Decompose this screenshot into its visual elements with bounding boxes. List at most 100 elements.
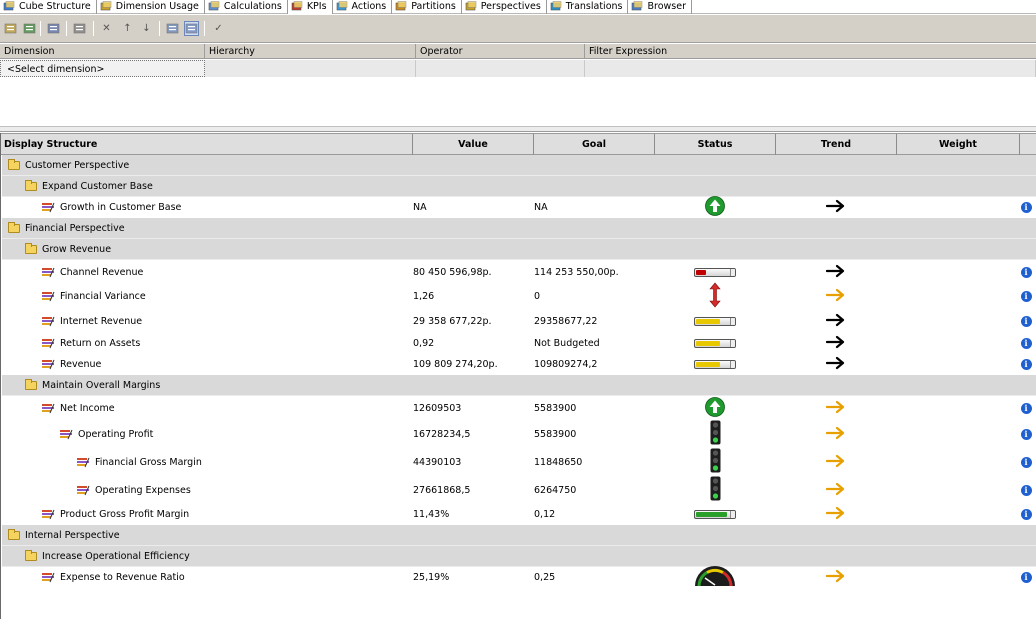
kpi-icon (41, 202, 55, 213)
pane-splitter[interactable] (0, 126, 1036, 132)
kpi-row[interactable]: Operating Profit 16728234,5 5583900 i (2, 420, 1036, 448)
folder-icon (25, 378, 37, 390)
value-cell: 29 358 677,22р. (413, 315, 492, 327)
folder-row[interactable]: Customer Perspective (2, 155, 1036, 176)
filter-col-dimension[interactable]: Dimension (0, 44, 205, 59)
arrow-right-icon (825, 506, 846, 523)
server-icon[interactable] (46, 21, 61, 36)
folder-row[interactable]: Internal Perspective (2, 525, 1036, 546)
traffic-light-icon (710, 476, 721, 504)
kpi-row[interactable]: Channel Revenue 80 450 596,98р. 114 253 55… (2, 260, 1036, 284)
folder-row[interactable]: Expand Customer Base (2, 176, 1036, 197)
goal-cell: 0,25 (534, 572, 556, 583)
kpi-row[interactable]: Internet Revenue 29 358 677,22р. 29358677,… (2, 309, 1036, 333)
info-icon[interactable]: i (1020, 202, 1032, 213)
move-up-icon[interactable]: ↑ (120, 21, 135, 36)
info-icon[interactable]: i (1020, 572, 1032, 583)
kpi-row[interactable]: Return on Assets 0,92 Not Budgeted i (2, 333, 1036, 354)
status-cell (655, 333, 775, 354)
kpi-name: Revenue (60, 359, 102, 370)
refresh-icon[interactable] (22, 21, 37, 36)
filter-col-operator[interactable]: Operator (416, 44, 585, 59)
kpi-name: Expense to Revenue Ratio (60, 572, 185, 583)
filter-row: <Select dimension> (0, 60, 1036, 77)
folder-name: Financial Perspective (25, 222, 125, 234)
info-icon[interactable]: i (1020, 291, 1032, 302)
kpi-icon (41, 316, 55, 327)
col-status[interactable]: Status (655, 134, 776, 155)
traffic-light-icon (710, 420, 721, 448)
kpi-row[interactable]: Financial Gross Margin 44390103 11848650 i (2, 448, 1036, 476)
folder-name: Internal Perspective (25, 529, 120, 541)
tab-cube-structure[interactable]: Cube Structure (0, 0, 97, 14)
check-icon[interactable]: ✓ (211, 21, 226, 36)
info-icon[interactable]: i (1020, 428, 1032, 440)
folder-row[interactable]: Financial Perspective (2, 218, 1036, 239)
filter-col-hierarchy[interactable]: Hierarchy (205, 44, 416, 59)
kpi-name: Operating Expenses (95, 484, 191, 496)
kpi-row[interactable]: Expense to Revenue Ratio 25,19% 0,25 i (2, 566, 1036, 588)
gauge-bar-icon (694, 267, 736, 277)
col-value[interactable]: Value (413, 134, 534, 155)
tab-label: Perspectives (480, 1, 541, 12)
tab-label: Cube Structure (19, 1, 91, 12)
tab-actions[interactable]: Actions (333, 0, 393, 14)
info-icon[interactable]: i (1020, 338, 1032, 349)
gauge-fill (696, 362, 720, 367)
kpi-row[interactable]: Financial Variance 1,26 0 i (2, 282, 1036, 309)
filter-col-expression[interactable]: Filter Expression (585, 44, 1036, 59)
select-dimension-cell[interactable]: <Select dimension> (0, 60, 205, 77)
folder-icon (8, 158, 20, 170)
tab-translations[interactable]: Translations (547, 0, 629, 14)
folder-name: Grow Revenue (42, 243, 112, 255)
hierarchy-cell[interactable] (205, 60, 416, 77)
info-icon[interactable]: i (1020, 509, 1032, 520)
tab-perspectives[interactable]: Perspectives (462, 0, 547, 14)
kpi-icon (41, 359, 55, 370)
delete-icon[interactable]: ✕ (99, 21, 114, 36)
info-icon[interactable]: i (1020, 402, 1032, 414)
kpi-row[interactable]: Net Income 12609503 5583900 i (2, 396, 1036, 420)
info-cell: i (1019, 396, 1033, 420)
info-icon[interactable]: i (1020, 456, 1032, 468)
col-trend[interactable]: Trend (776, 134, 897, 155)
tab-kpis[interactable]: KPIs (287, 0, 333, 14)
operator-cell[interactable] (416, 60, 585, 77)
col-weight[interactable]: Weight (897, 134, 1020, 155)
filter-pane-icon[interactable] (165, 21, 180, 36)
filter-expression-cell[interactable] (585, 60, 1036, 77)
reconnect-icon[interactable] (3, 21, 18, 36)
info-icon[interactable]: i (1020, 315, 1032, 327)
kpi-icon (41, 509, 55, 520)
calculations-view-icon[interactable] (184, 21, 199, 36)
info-icon[interactable]: i (1020, 266, 1032, 278)
info-icon[interactable]: i (1020, 359, 1032, 370)
folder-row[interactable]: Increase Operational Efficiency (2, 546, 1036, 567)
kpi-row[interactable]: Revenue 109 809 274,20р. 109809274,2 i (2, 354, 1036, 375)
kpi-row[interactable]: Operating Expenses 27661868,5 6264750 i (2, 476, 1036, 504)
tab-browser[interactable]: Browser (628, 0, 692, 14)
goal-cell: 6264750 (534, 484, 577, 496)
info-icon[interactable]: i (1020, 484, 1032, 496)
value-cell: 0,92 (413, 338, 435, 349)
trend-cell (776, 476, 896, 504)
col-display-structure[interactable]: Display Structure (3, 134, 413, 155)
arrow-right-icon (825, 288, 846, 305)
col-goal[interactable]: Goal (534, 134, 655, 155)
folder-row[interactable]: Grow Revenue (2, 239, 1036, 260)
goal-cell: Not Budgeted (534, 338, 600, 349)
tab-dimension-usage[interactable]: Dimension Usage (97, 0, 205, 14)
tab-calculations[interactable]: Calculations (205, 0, 288, 14)
gauge-fill (696, 512, 727, 517)
folder-row[interactable]: Maintain Overall Margins (2, 375, 1036, 396)
structure-cell: Customer Perspective (2, 155, 129, 175)
kpi-row[interactable]: Growth in Customer Base NA NA i (2, 196, 1036, 219)
kpi-row[interactable]: Product Gross Profit Margin 11,43% 0,12 i (2, 504, 1036, 525)
status-cell (655, 196, 775, 219)
goal-cell: 11848650 (534, 456, 583, 468)
tab-partitions[interactable]: Partitions (392, 0, 462, 14)
arrow-up-icon (705, 196, 725, 219)
arrow-right-icon (825, 454, 846, 471)
language-icon[interactable] (72, 21, 87, 36)
move-down-icon[interactable]: ↓ (139, 21, 154, 36)
